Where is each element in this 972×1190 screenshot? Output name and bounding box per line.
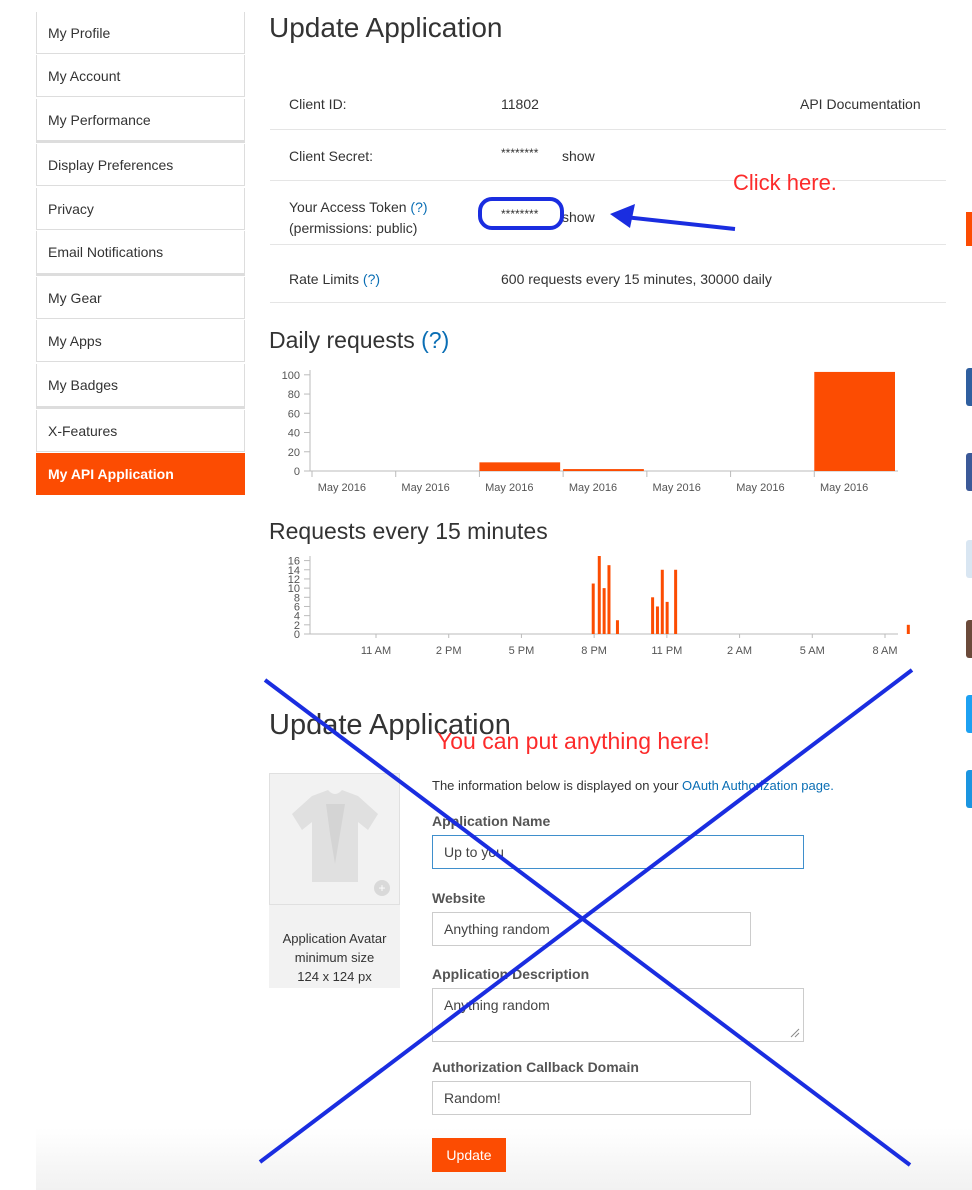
x-tick-label: 8 AM [872, 645, 897, 657]
annotation-arrow-overlay [478, 197, 736, 231]
quarter-requests-title: Requests every 15 minutes [269, 518, 548, 544]
x-tick-label: 2 PM [436, 645, 462, 657]
sidebar-item-label: My Badges [48, 377, 119, 393]
daily-requests-help-link[interactable]: (?) [421, 327, 449, 353]
sidebar-item-label: My Apps [48, 333, 102, 349]
sidebar-item-my-account[interactable]: My Account [36, 55, 245, 97]
right-edge-fragment [966, 540, 972, 578]
quarter-bar [651, 597, 655, 634]
client-secret-show-link[interactable]: show [562, 148, 595, 164]
sidebar-item-label: Display Preferences [48, 157, 174, 173]
divider [270, 180, 946, 181]
sidebar-item-email-notifications[interactable]: Email Notifications [36, 231, 245, 276]
quarter-bar [655, 606, 659, 634]
divider [270, 244, 946, 245]
daily-requests-title: Daily requests (?) [269, 327, 449, 354]
daily-bar [563, 469, 644, 471]
access-token-help-link[interactable]: (?) [410, 199, 427, 215]
client-secret-label: Client Secret: [289, 148, 374, 164]
x-tick-label: May 2016 [401, 482, 449, 494]
x-tick-label: May 2016 [485, 482, 533, 494]
cross-line [258, 668, 914, 1164]
daily-requests-title-text: Daily requests [269, 327, 415, 353]
click-here-annotation: Click here. [733, 170, 837, 195]
rate-limits-value: 600 requests every 15 minutes, 30000 dai… [501, 271, 772, 287]
sidebar-item-display-preferences[interactable]: Display Preferences [36, 144, 245, 186]
daily-bar [479, 462, 561, 471]
right-edge-fragment [966, 695, 972, 733]
sidebar-item-my-gear[interactable]: My Gear [36, 277, 245, 319]
x-tick-label: 11 PM [651, 645, 682, 657]
x-tick-label: 8 PM [581, 645, 607, 657]
sidebar-item-label: My Account [48, 68, 121, 84]
sidebar-item-my-apps[interactable]: My Apps [36, 320, 245, 362]
y-tick-label: 100 [282, 370, 300, 382]
right-edge-fragment [966, 453, 972, 491]
y-tick-label: 0 [294, 629, 300, 641]
sidebar-item-label: X-Features [48, 423, 118, 439]
quarter-bar [602, 588, 606, 634]
quarter-bar [665, 601, 669, 634]
quarter-bar [597, 556, 601, 634]
arrow-shaft [624, 215, 736, 231]
quarter-bar [906, 624, 910, 634]
x-tick-label: 5 PM [509, 645, 535, 657]
cross-line [263, 678, 912, 1167]
right-edge-fragment [966, 212, 972, 246]
y-tick-label: 80 [288, 389, 300, 401]
client-id-value: 11802 [501, 96, 539, 112]
y-tick-label: 0 [294, 466, 300, 478]
sidebar-item-label: My Gear [48, 290, 102, 306]
rate-limits-label-text: Rate Limits [289, 271, 360, 287]
y-tick-label: 40 [288, 428, 300, 440]
sidebar-item-label: Privacy [48, 201, 94, 217]
sidebar-item-x-features[interactable]: X-Features [36, 410, 245, 452]
right-edge-fragment [966, 368, 972, 406]
quarter-bar [674, 569, 678, 634]
quarter-bar [615, 620, 619, 634]
sidebar-item-my-performance[interactable]: My Performance [36, 99, 245, 143]
highlight-circle [478, 197, 564, 230]
rate-limits-label: Rate Limits (?) [289, 271, 380, 287]
x-tick-label: May 2016 [569, 482, 617, 494]
api-documentation-link[interactable]: API Documentation [800, 96, 921, 112]
sidebar-item-privacy[interactable]: Privacy [36, 188, 245, 230]
x-tick-label: May 2016 [820, 482, 868, 494]
divider [270, 302, 946, 303]
sidebar-item-label: My Profile [48, 25, 111, 41]
sidebar-item-label: My API Application [48, 466, 174, 482]
divider [270, 129, 946, 130]
quarter-requests-chart: 161412108642011 AM 2 PM 5 PM 8 PM 11 PM 2 AM 5… [288, 556, 910, 657]
right-edge-fragment [966, 770, 972, 808]
access-token-label: Your Access Token (?) [289, 199, 428, 215]
x-tick-label: 2 AM [727, 645, 752, 657]
rate-limits-help-link[interactable]: (?) [363, 271, 380, 287]
access-token-label-text: Your Access Token [289, 199, 407, 215]
page-title: Update Application [269, 12, 503, 43]
arrow-head [610, 204, 635, 228]
sidebar-item-label: My Performance [48, 112, 151, 128]
quarter-bar [607, 565, 611, 634]
sidebar-item-label: Email Notifications [48, 244, 164, 260]
y-tick-label: 60 [288, 408, 300, 420]
x-tick-label: May 2016 [318, 482, 366, 494]
x-tick-label: May 2016 [653, 482, 701, 494]
sidebar-item-my-api-application[interactable]: My API Application [36, 453, 245, 495]
permissions-label: (permissions: public) [289, 220, 418, 236]
client-secret-value: ******** [501, 146, 539, 160]
quarter-bar [591, 583, 595, 634]
quarter-bar [660, 569, 664, 634]
x-tick-label: 11 AM [361, 645, 391, 657]
x-tick-label: 5 AM [800, 645, 825, 657]
right-edge-fragment [966, 620, 972, 658]
sidebar-item-my-badges[interactable]: My Badges [36, 364, 245, 409]
x-tick-label: May 2016 [736, 482, 784, 494]
daily-requests-chart: 100 80 60 40 20 0 May 2016 May 2016 May 2016 May … [282, 370, 898, 494]
daily-bar [814, 371, 895, 471]
y-tick-label: 20 [288, 447, 300, 459]
cross-out-overlay [258, 668, 914, 1167]
sidebar-item-my-profile[interactable]: My Profile [36, 12, 245, 54]
client-id-label: Client ID: [289, 96, 347, 112]
